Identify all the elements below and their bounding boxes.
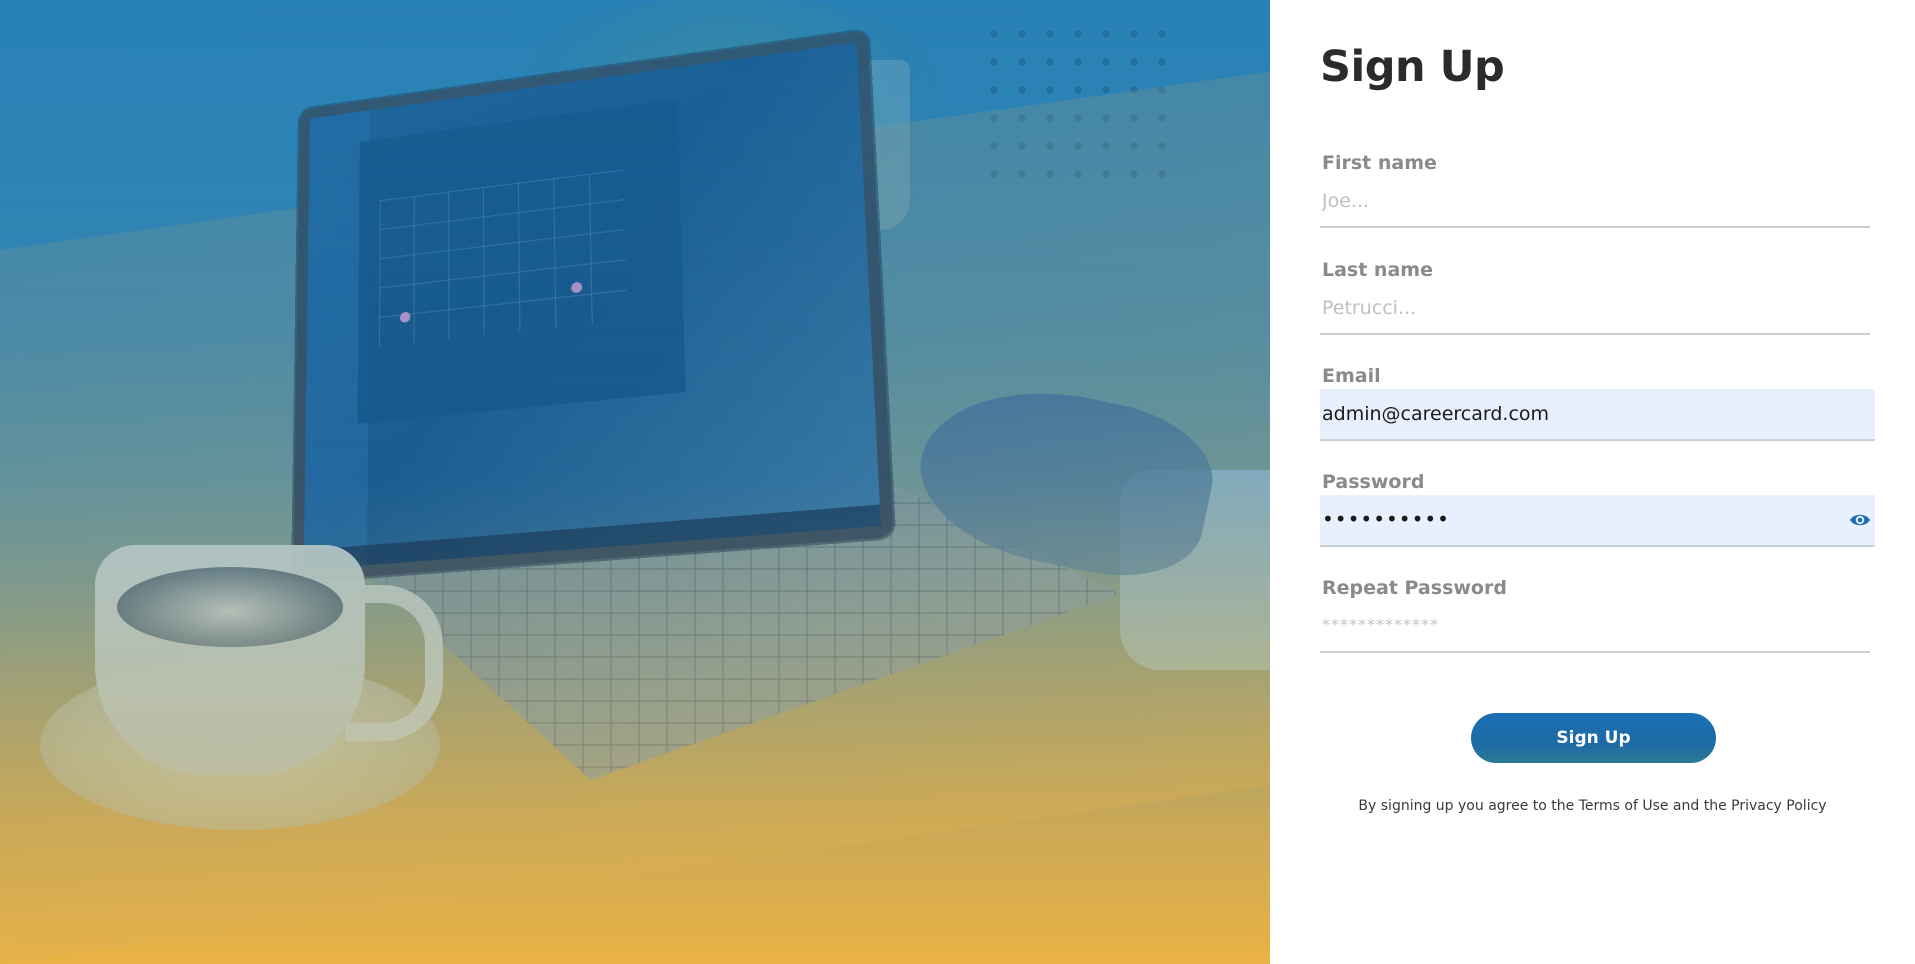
- first-name-field-group: First name: [1320, 152, 1870, 242]
- hero-image: [0, 0, 1270, 964]
- password-label: Password: [1322, 471, 1425, 493]
- first-name-label: First name: [1322, 152, 1437, 174]
- repeat-password-input[interactable]: *************: [1320, 601, 1870, 653]
- repeat-password-field-group: Repeat Password *************: [1320, 577, 1870, 667]
- gradient-overlay: [0, 0, 1270, 964]
- page-title: Sign Up: [1320, 42, 1505, 92]
- page: Sign Up First name Last name Email Passw…: [0, 0, 1915, 964]
- last-name-label: Last name: [1322, 259, 1433, 281]
- signup-panel: Sign Up First name Last name Email Passw…: [1270, 0, 1915, 964]
- repeat-password-label: Repeat Password: [1322, 577, 1507, 599]
- repeat-password-placeholder: *************: [1322, 615, 1439, 634]
- email-field-group: Email: [1320, 365, 1875, 455]
- password-field-group: Password ••••••••••: [1320, 471, 1875, 561]
- eye-icon[interactable]: [1849, 510, 1871, 530]
- terms-text: By signing up you agree to the Terms of …: [1358, 798, 1827, 814]
- email-input[interactable]: [1322, 389, 1822, 439]
- sign-up-button[interactable]: Sign Up: [1471, 713, 1716, 763]
- last-name-field-group: Last name: [1320, 259, 1870, 349]
- last-name-input[interactable]: [1322, 283, 1822, 333]
- password-input[interactable]: ••••••••••: [1320, 495, 1875, 547]
- first-name-input[interactable]: [1322, 176, 1822, 226]
- password-value: ••••••••••: [1322, 507, 1450, 531]
- email-label: Email: [1322, 365, 1381, 387]
